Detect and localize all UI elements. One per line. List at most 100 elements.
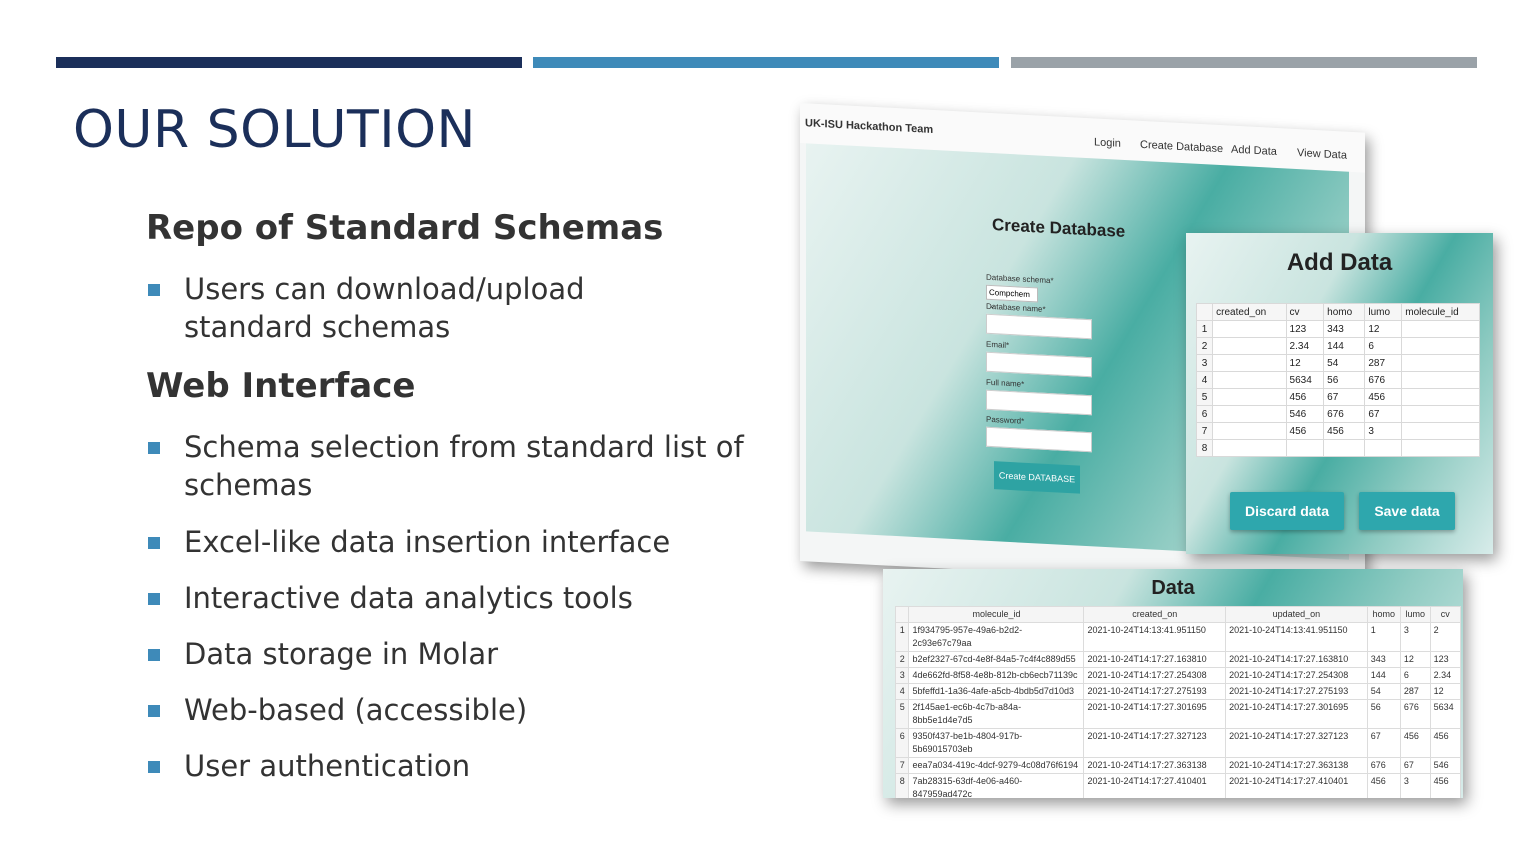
table-cell[interactable]: 676 — [1366, 757, 1401, 774]
table-cell[interactable]: 6 — [1364, 337, 1403, 355]
table-cell[interactable]: 144 — [1323, 337, 1366, 355]
table-cell[interactable]: 456 — [1285, 422, 1325, 440]
table-cell[interactable]: 546 — [1429, 757, 1462, 774]
table-cell[interactable] — [1401, 320, 1480, 338]
nav-login[interactable]: Login — [1094, 136, 1121, 149]
table-cell[interactable]: eea7a034-419c-4dcf-9279-4c08d76f6194 — [908, 757, 1085, 774]
column-header[interactable]: lumo — [1364, 303, 1403, 321]
db-name-input[interactable] — [986, 313, 1092, 340]
table-cell[interactable]: 144 — [1366, 667, 1401, 684]
table-cell[interactable]: 2021-10-24T14:17:27.163810 — [1083, 651, 1227, 668]
table-cell[interactable]: b2ef2327-67cd-4e8f-84a5-7c4f4c889d55 — [908, 651, 1085, 668]
table-cell[interactable]: 2021-10-24T14:17:27.327123 — [1083, 728, 1227, 758]
password-input[interactable] — [986, 426, 1092, 453]
table-cell[interactable] — [1212, 405, 1287, 423]
table-cell[interactable]: 676 — [1399, 699, 1431, 729]
table-cell[interactable]: 2 — [1429, 622, 1462, 652]
table-cell[interactable]: 123 — [1285, 320, 1325, 338]
table-cell[interactable]: 2021-10-24T14:17:27.410401 — [1083, 773, 1227, 798]
table-cell[interactable] — [1401, 388, 1480, 406]
table-cell[interactable]: 676 — [1323, 405, 1366, 423]
table-cell[interactable]: 546 — [1285, 405, 1325, 423]
table-cell[interactable]: 2021-10-24T14:17:27.275193 — [1225, 683, 1368, 700]
nav-create-database[interactable]: Create Database — [1140, 139, 1223, 155]
table-cell[interactable]: 1 — [1366, 622, 1401, 652]
table-cell[interactable] — [1401, 439, 1480, 457]
table-cell[interactable]: 2021-10-24T14:17:27.254308 — [1083, 667, 1227, 684]
column-header[interactable]: created_on — [1083, 606, 1227, 623]
table-cell[interactable]: 56 — [1323, 371, 1366, 389]
table-cell[interactable]: 2021-10-24T14:17:27.410401 — [1225, 773, 1368, 798]
table-cell[interactable]: 456 — [1364, 388, 1403, 406]
table-cell[interactable]: 2021-10-24T14:17:27.327123 — [1225, 728, 1368, 758]
table-cell[interactable]: 456 — [1429, 773, 1462, 798]
table-cell[interactable]: 7ab28315-63df-4e06-a460-847959ad472c — [908, 773, 1085, 798]
table-cell[interactable]: 12 — [1399, 651, 1431, 668]
table-cell[interactable]: 123 — [1429, 651, 1462, 668]
table-cell[interactable]: 12 — [1285, 354, 1325, 372]
table-cell[interactable] — [1212, 388, 1287, 406]
column-header[interactable]: molecule_id — [908, 606, 1085, 623]
table-cell[interactable]: 67 — [1364, 405, 1403, 423]
table-cell[interactable] — [1401, 422, 1480, 440]
table-cell[interactable] — [1212, 320, 1287, 338]
table-cell[interactable] — [1323, 439, 1366, 457]
table-cell[interactable]: 67 — [1399, 757, 1431, 774]
column-header[interactable]: cv — [1285, 303, 1325, 321]
column-header[interactable]: lumo — [1399, 606, 1431, 623]
table-cell[interactable]: 54 — [1323, 354, 1366, 372]
table-cell[interactable]: 343 — [1323, 320, 1366, 338]
column-header[interactable]: molecule_id — [1401, 303, 1480, 321]
table-cell[interactable]: 287 — [1364, 354, 1403, 372]
table-cell[interactable] — [1212, 422, 1287, 440]
column-header[interactable] — [1195, 303, 1214, 321]
column-header[interactable]: cv — [1429, 606, 1462, 623]
discard-data-button[interactable]: Discard data — [1230, 492, 1344, 530]
table-cell[interactable]: 5bfeffd1-1a36-4afe-a5cb-4bdb5d7d10d3 — [908, 683, 1085, 700]
table-cell[interactable]: 676 — [1364, 371, 1403, 389]
table-cell[interactable]: 2021-10-24T14:13:41.951150 — [1083, 622, 1227, 652]
column-header[interactable] — [894, 606, 910, 623]
table-cell[interactable]: 3 — [1399, 622, 1431, 652]
table-cell[interactable]: 2f145ae1-ec6b-4c7b-a84a-8bb5e1d4e7d5 — [908, 699, 1085, 729]
table-cell[interactable]: 12 — [1429, 683, 1462, 700]
table-cell[interactable]: 5634 — [1285, 371, 1325, 389]
table-cell[interactable]: 12 — [1364, 320, 1403, 338]
table-cell[interactable]: 2.34 — [1285, 337, 1325, 355]
nav-view-data[interactable]: View Data — [1297, 147, 1347, 162]
table-cell[interactable]: 456 — [1323, 422, 1366, 440]
table-cell[interactable] — [1401, 405, 1480, 423]
table-cell[interactable]: 56 — [1366, 699, 1401, 729]
table-cell[interactable] — [1212, 354, 1287, 372]
table-cell[interactable]: 5634 — [1429, 699, 1462, 729]
table-cell[interactable]: 6 — [1399, 667, 1431, 684]
table-cell[interactable]: 67 — [1366, 728, 1401, 758]
table-cell[interactable]: 1f934795-957e-49a6-b2d2-2c93e67c79aa — [908, 622, 1085, 652]
column-header[interactable]: updated_on — [1225, 606, 1368, 623]
email-input[interactable] — [986, 351, 1092, 378]
table-cell[interactable] — [1212, 337, 1287, 355]
table-cell[interactable] — [1401, 354, 1480, 372]
fullname-input[interactable] — [986, 389, 1092, 416]
table-cell[interactable] — [1285, 439, 1325, 457]
table-cell[interactable]: 2021-10-24T14:17:27.163810 — [1225, 651, 1368, 668]
create-database-button[interactable]: Create DATABASE — [994, 461, 1080, 494]
table-cell[interactable] — [1212, 371, 1287, 389]
save-data-button[interactable]: Save data — [1359, 492, 1455, 530]
table-cell[interactable]: 2021-10-24T14:17:27.254308 — [1225, 667, 1368, 684]
table-cell[interactable]: 2.34 — [1429, 667, 1462, 684]
table-cell[interactable]: 456 — [1285, 388, 1325, 406]
table-cell[interactable]: 287 — [1399, 683, 1431, 700]
table-cell[interactable]: 456 — [1429, 728, 1462, 758]
table-cell[interactable]: 2021-10-24T14:17:27.363138 — [1225, 757, 1368, 774]
table-cell[interactable] — [1401, 337, 1480, 355]
table-cell[interactable] — [1364, 439, 1403, 457]
schema-select[interactable]: Compchem ⌄ — [986, 284, 1038, 310]
nav-add-data[interactable]: Add Data — [1231, 144, 1277, 158]
table-cell[interactable] — [1401, 371, 1480, 389]
column-header[interactable]: homo — [1366, 606, 1401, 623]
table-cell[interactable] — [1212, 439, 1287, 457]
table-cell[interactable]: 2021-10-24T14:17:27.301695 — [1083, 699, 1227, 729]
table-cell[interactable]: 3 — [1364, 422, 1403, 440]
table-cell[interactable]: 343 — [1366, 651, 1401, 668]
